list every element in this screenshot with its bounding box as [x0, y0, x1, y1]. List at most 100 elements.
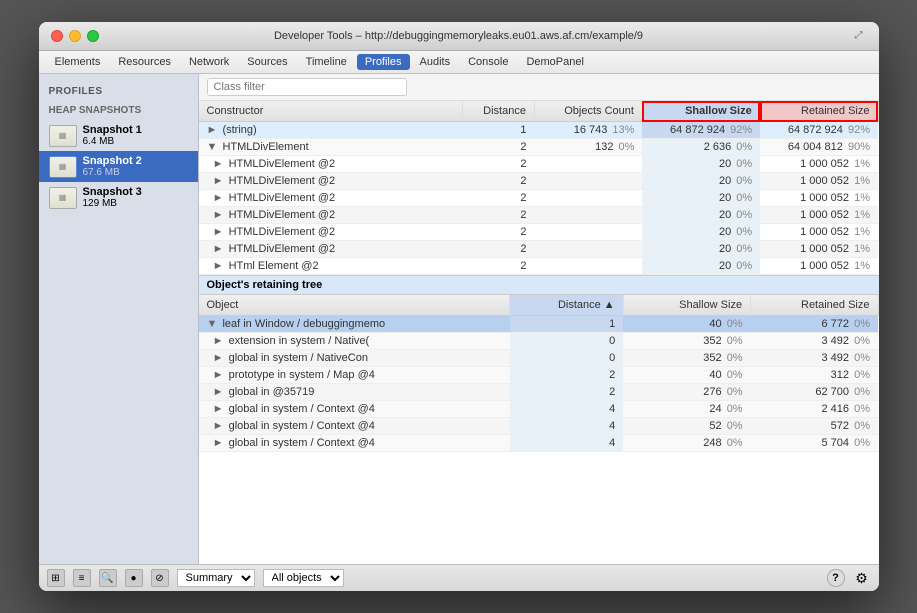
menu-timeline[interactable]: Timeline: [298, 54, 355, 70]
cell-objects: 16 743 13%: [534, 122, 642, 139]
cell-retained: 1 000 052 1%: [760, 224, 878, 241]
cell-shallow: 20 0%: [642, 207, 760, 224]
cell-object: ► prototype in system / Map @4: [199, 367, 510, 384]
cell-objects: [534, 173, 642, 190]
cell-object: ► global in system / NativeCon: [199, 350, 510, 367]
menu-demopanel[interactable]: DemoPanel: [518, 54, 591, 70]
close-button[interactable]: [51, 30, 63, 42]
menu-resources[interactable]: Resources: [110, 54, 179, 70]
cell-ret-retained: 5 704 0%: [751, 435, 878, 452]
snapshot-name-3: Snapshot 3: [83, 186, 142, 198]
objects-select-container: All objects: [263, 569, 344, 587]
snapshot-icon-2: ▦: [49, 156, 77, 178]
cell-constructor: ► HTMLDivElement @2: [199, 224, 463, 241]
objects-select[interactable]: All objects: [263, 569, 344, 587]
table-row: ▼ HTMLDivElement 2 132 0% 2 636 0% 64 00…: [199, 139, 879, 156]
cell-distance: 2: [462, 258, 534, 275]
cell-distance: 1: [462, 122, 534, 139]
cell-ret-retained: 62 700 0%: [751, 384, 878, 401]
grid-view-icon[interactable]: ⊞: [47, 569, 65, 587]
filter-bar: [199, 74, 879, 101]
cell-ret-distance: 0: [510, 350, 623, 367]
lower-table-container[interactable]: Object Distance ▲ Shallow Size Retained …: [199, 295, 879, 564]
menu-elements[interactable]: Elements: [47, 54, 109, 70]
title-bar: Developer Tools – http://debuggingmemory…: [39, 22, 879, 51]
cell-ret-shallow: 352 0%: [623, 333, 750, 350]
settings-gear-icon[interactable]: ⚙: [853, 569, 871, 587]
cell-distance: 2: [462, 224, 534, 241]
class-filter-input[interactable]: [207, 78, 407, 96]
cell-ret-shallow: 276 0%: [623, 384, 750, 401]
heap-snapshots-label: HEAP SNAPSHOTS: [39, 103, 198, 120]
cell-constructor: ▼ HTMLDivElement: [199, 139, 463, 156]
cell-retained: 1 000 052 1%: [760, 173, 878, 190]
list-view-icon[interactable]: ≡: [73, 569, 91, 587]
menu-console[interactable]: Console: [460, 54, 516, 70]
cell-retained: 1 000 052 1%: [760, 190, 878, 207]
sidebar-title: Profiles: [39, 82, 198, 103]
cell-retained: 1 000 052 1%: [760, 241, 878, 258]
menu-audits[interactable]: Audits: [412, 54, 459, 70]
menu-profiles[interactable]: Profiles: [357, 54, 410, 70]
maximize-button[interactable]: [87, 30, 99, 42]
cell-ret-retained: 6 772 0%: [751, 316, 878, 333]
table-row: ► HTml Element @2 2 20 0% 1 000 052 1%: [199, 258, 879, 275]
cell-ret-shallow: 40 0%: [623, 316, 750, 333]
cell-retained: 64 004 812 90%: [760, 139, 878, 156]
snapshot-item-2[interactable]: ▦ Snapshot 2 67.6 MB: [39, 151, 198, 182]
snapshot-item-1[interactable]: ▦ Snapshot 1 6.4 MB: [39, 120, 198, 151]
cell-distance: 2: [462, 139, 534, 156]
cell-distance: 2: [462, 190, 534, 207]
retaining-table-body: ▼ leaf in Window / debuggingmemo 1 40 0%…: [199, 316, 879, 452]
th-ret-shallow: Shallow Size: [623, 295, 750, 316]
cell-object: ► global in system / Context @4: [199, 435, 510, 452]
menu-network[interactable]: Network: [181, 54, 237, 70]
list-item: ► global in @35719 2 276 0% 62 700 0%: [199, 384, 879, 401]
cell-distance: 2: [462, 207, 534, 224]
minimize-button[interactable]: [69, 30, 81, 42]
cell-objects: [534, 190, 642, 207]
cell-shallow: 20 0%: [642, 173, 760, 190]
cell-constructor: ► (string): [199, 122, 463, 139]
cell-retained: 1 000 052 1%: [760, 156, 878, 173]
cell-object: ► global in system / Context @4: [199, 418, 510, 435]
cell-ret-shallow: 40 0%: [623, 367, 750, 384]
cell-shallow: 20 0%: [642, 156, 760, 173]
list-item: ► global in system / Context @4 4 248 0%…: [199, 435, 879, 452]
cell-shallow: 20 0%: [642, 258, 760, 275]
main-panel: Constructor Distance Objects Count Shall…: [199, 74, 879, 564]
expand-icon[interactable]: ⤢: [855, 30, 867, 42]
snapshot-size-2: 67.6 MB: [83, 167, 142, 178]
help-button[interactable]: ?: [827, 569, 845, 587]
cell-ret-retained: 572 0%: [751, 418, 878, 435]
ban-icon[interactable]: ⊘: [151, 569, 169, 587]
th-ret-retained: Retained Size: [751, 295, 878, 316]
list-item: ► prototype in system / Map @4 2 40 0% 3…: [199, 367, 879, 384]
cell-ret-shallow: 352 0%: [623, 350, 750, 367]
record-icon[interactable]: ●: [125, 569, 143, 587]
summary-select-container: Summary: [177, 569, 255, 587]
cell-ret-shallow: 24 0%: [623, 401, 750, 418]
heap-table: Constructor Distance Objects Count Shall…: [199, 101, 879, 275]
cell-retained: 1 000 052 1%: [760, 207, 878, 224]
snapshot-name-1: Snapshot 1: [83, 124, 142, 136]
snapshot-info-2: Snapshot 2 67.6 MB: [83, 155, 142, 178]
cell-distance: 2: [462, 156, 534, 173]
cell-ret-retained: 3 492 0%: [751, 350, 878, 367]
main-content: Profiles HEAP SNAPSHOTS ▦ Snapshot 1 6.4…: [39, 74, 879, 564]
summary-select[interactable]: Summary: [177, 569, 255, 587]
search-icon[interactable]: 🔍: [99, 569, 117, 587]
cell-ret-retained: 3 492 0%: [751, 333, 878, 350]
retaining-table: Object Distance ▲ Shallow Size Retained …: [199, 295, 879, 452]
th-shallow-size: Shallow Size: [642, 101, 760, 122]
menu-sources[interactable]: Sources: [239, 54, 295, 70]
cell-object: ► global in @35719: [199, 384, 510, 401]
th-distance: Distance: [462, 101, 534, 122]
snapshot-icon-1: ▦: [49, 125, 77, 147]
cell-ret-shallow: 248 0%: [623, 435, 750, 452]
list-item: ► global in system / NativeCon 0 352 0% …: [199, 350, 879, 367]
snapshot-item-3[interactable]: ▦ Snapshot 3 129 MB: [39, 182, 198, 213]
upper-table-container[interactable]: Constructor Distance Objects Count Shall…: [199, 101, 879, 275]
table-header-row: Constructor Distance Objects Count Shall…: [199, 101, 879, 122]
cell-ret-distance: 4: [510, 418, 623, 435]
